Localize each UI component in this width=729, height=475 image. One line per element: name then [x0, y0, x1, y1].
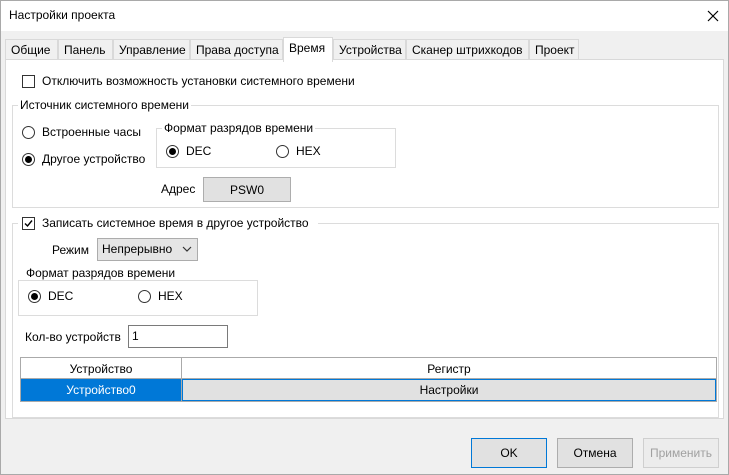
register-settings-label: Настройки	[419, 383, 479, 397]
device-count-label: Кол-во устройств	[25, 330, 121, 344]
tab-label: Права доступа	[196, 43, 279, 57]
mode-value: Непрерывно	[102, 242, 173, 256]
tab-label: Устройства	[339, 43, 402, 57]
tab-label: Управление	[119, 43, 186, 57]
tab-project[interactable]: Проект	[529, 39, 579, 60]
source-dec-label: DEC	[186, 144, 212, 158]
write-dec-radio[interactable]	[28, 290, 41, 303]
project-settings-dialog: Настройки проекта Общие Панель Управлени…	[0, 0, 729, 475]
address-button[interactable]: PSW0	[203, 177, 291, 202]
mode-label: Режим	[52, 243, 89, 257]
write-hex-label: HEX	[158, 289, 183, 303]
builtin-clock-label: Встроенные часы	[42, 125, 141, 139]
source-hex-label: HEX	[296, 144, 321, 158]
column-header-device[interactable]: Устройство	[21, 358, 182, 379]
device-name: Устройство0	[66, 383, 136, 397]
other-device-label: Другое устройство	[42, 152, 146, 166]
close-button[interactable]	[698, 1, 728, 31]
source-format-group-title: Формат разрядов времени	[162, 121, 316, 135]
table-cell-device[interactable]: Устройство0	[21, 379, 182, 401]
ok-button[interactable]: OK	[471, 438, 547, 468]
address-value: PSW0	[229, 182, 264, 197]
window-title: Настройки проекта	[9, 8, 116, 22]
title-bar: Настройки проекта	[1, 1, 728, 31]
write-time-label: Записать системное время в другое устрой…	[42, 216, 309, 230]
tab-panel[interactable]: Панель	[58, 39, 113, 60]
device-register-table: Устройство Регистр Устройство0 Настройки	[20, 357, 717, 402]
write-format-group-title: Формат разрядов времени	[24, 266, 178, 280]
mode-select[interactable]: Непрерывно	[97, 238, 198, 261]
tab-label: Панель	[64, 43, 106, 57]
apply-button[interactable]: Применить	[643, 438, 719, 468]
write-dec-label: DEC	[48, 289, 74, 303]
time-source-group-title: Источник системного времени	[18, 98, 191, 112]
write-time-checkbox[interactable]	[22, 217, 35, 230]
check-icon	[24, 220, 33, 228]
apply-label: Применить	[649, 446, 712, 460]
time-tab-panel: Отключить возможность установки системно…	[5, 59, 724, 419]
cancel-label: Отмена	[573, 446, 617, 460]
tab-general[interactable]: Общие	[5, 39, 58, 60]
column-header-label: Устройство	[69, 362, 133, 376]
other-device-radio[interactable]	[22, 153, 35, 166]
tab-label: Время	[289, 41, 326, 55]
tab-label: Сканер штрихкодов	[412, 43, 523, 57]
device-count-input[interactable]: 1	[128, 325, 228, 348]
tab-access-rights[interactable]: Права доступа	[190, 39, 283, 60]
column-header-label: Регистр	[427, 362, 471, 376]
tab-label: Общие	[11, 43, 51, 57]
builtin-clock-radio[interactable]	[22, 126, 35, 139]
source-dec-radio[interactable]	[166, 145, 179, 158]
address-label: Адрес	[161, 182, 196, 196]
disable-set-time-label: Отключить возможность установки системно…	[42, 74, 355, 88]
tab-control[interactable]: Управление	[113, 39, 190, 60]
disable-set-time-checkbox[interactable]	[22, 75, 35, 88]
column-header-register[interactable]: Регистр	[182, 358, 716, 379]
tab-label: Проект	[535, 43, 575, 57]
device-count-value: 1	[132, 329, 139, 343]
ok-label: OK	[500, 446, 518, 460]
source-hex-radio[interactable]	[276, 145, 289, 158]
tab-barcode-scanner[interactable]: Сканер штрихкодов	[406, 39, 529, 60]
register-settings-button[interactable]: Настройки	[182, 379, 716, 401]
write-hex-radio[interactable]	[138, 290, 151, 303]
cancel-button[interactable]: Отмена	[557, 438, 633, 468]
tab-time[interactable]: Время	[283, 37, 333, 62]
chevron-down-icon	[182, 246, 192, 252]
close-icon	[707, 10, 719, 22]
tab-devices[interactable]: Устройства	[333, 39, 406, 60]
